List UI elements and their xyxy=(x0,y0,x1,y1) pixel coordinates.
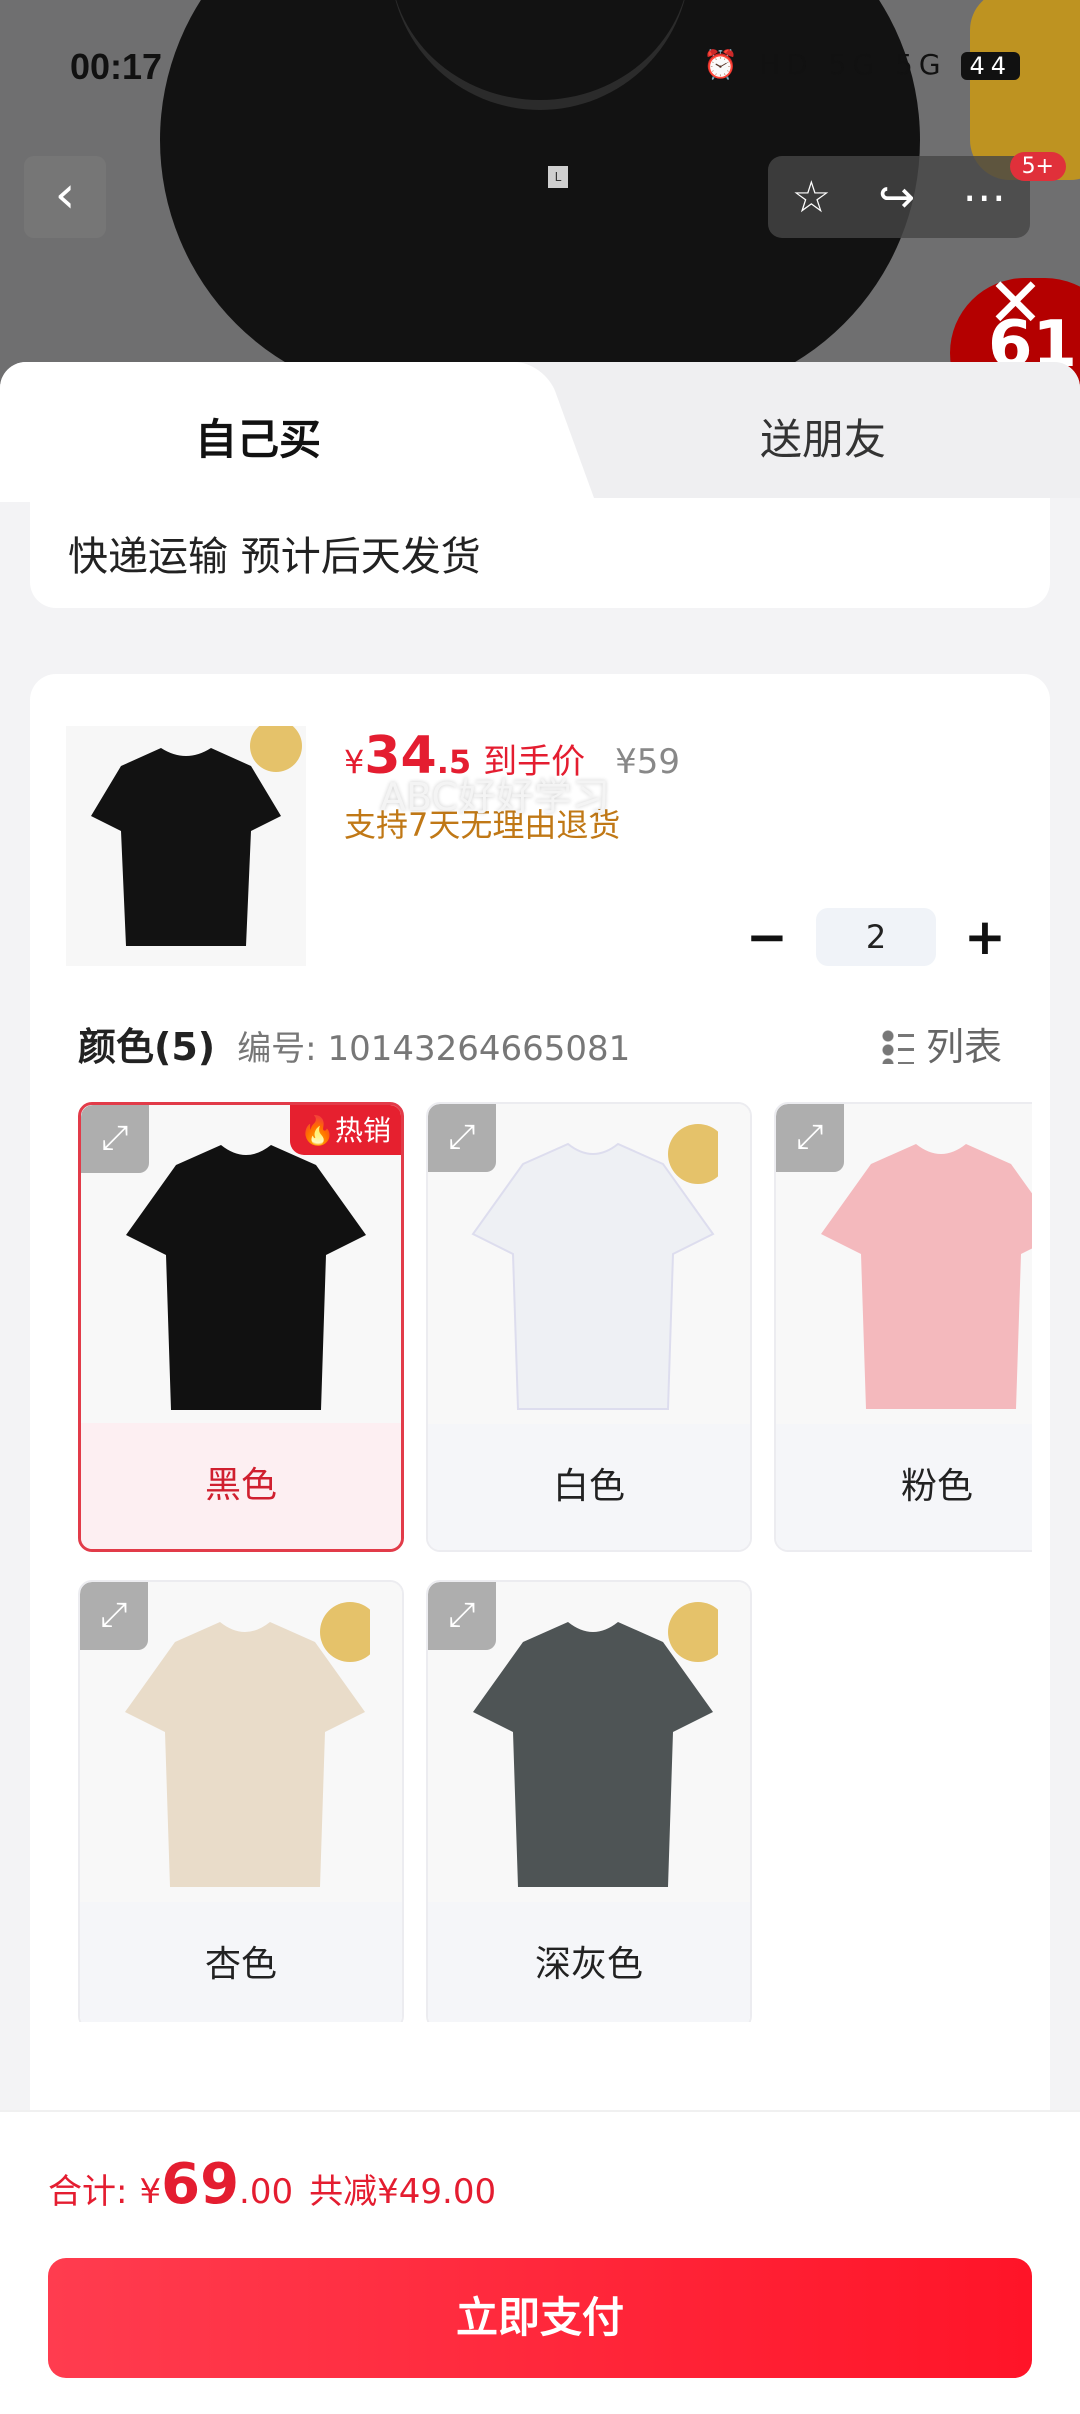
back-button[interactable]: ‹ xyxy=(24,156,106,238)
top-actions: ☆ ↪ ⋯ xyxy=(768,156,1030,238)
color-label: 黑色 xyxy=(81,1423,401,1549)
increase-quantity-button[interactable]: + xyxy=(960,912,1010,962)
list-toggle-label: 列表 xyxy=(925,1025,1002,1069)
total-currency: ¥ xyxy=(139,2172,162,2212)
original-price: ¥59 xyxy=(615,742,681,782)
purchase-tabs: 自己买 送朋友 xyxy=(0,362,1080,502)
more-icon[interactable]: ⋯ xyxy=(962,172,1006,223)
expand-icon[interactable]: ⤢ xyxy=(428,1582,496,1650)
status-icons-text: ⏰ HD 5G 5G xyxy=(703,48,947,81)
color-label: 粉色 xyxy=(776,1424,1032,1550)
hot-sale-badge: 🔥热销 xyxy=(290,1105,401,1155)
list-icon xyxy=(877,1028,914,1064)
color-option-black[interactable]: ⤢ 🔥热销 黑色 xyxy=(78,1102,404,1552)
expand-icon[interactable]: ⤢ xyxy=(776,1104,844,1172)
list-view-toggle[interactable]: 列表 xyxy=(877,1016,1002,1071)
color-option-apricot[interactable]: ⤢ 杏色 xyxy=(78,1580,404,2022)
status-icons: ⏰ HD 5G 5G 44 xyxy=(703,48,1020,81)
message-count-badge: 5+ xyxy=(1009,152,1066,181)
price-currency: ¥ xyxy=(344,743,365,781)
status-time: 00:17 xyxy=(70,46,163,87)
close-icon[interactable]: ✕ xyxy=(987,270,1044,338)
total-integer: 69 xyxy=(161,2152,240,2217)
tshirt-image xyxy=(821,1144,1032,1409)
expand-icon[interactable]: ⤢ xyxy=(428,1104,496,1172)
tshirt-image xyxy=(125,1602,370,1887)
color-options-grid: ⤢ 🔥热销 黑色 ⤢ 白色 ⤢ 粉色 ⤢ 杏色 ⤢ 深灰色 xyxy=(78,1102,1032,2022)
tshirt-image xyxy=(126,1145,366,1410)
product-thumbnail[interactable] xyxy=(66,726,306,966)
status-bar: 00:17 ⏰ HD 5G 5G 44 xyxy=(0,0,1080,140)
checkout-bar: 合计: ¥69.00 共减¥49.00 立即支付 xyxy=(0,2110,1080,2414)
tshirt-image xyxy=(471,1124,718,1410)
sku-number: 编号: 10143264665081 xyxy=(237,1029,631,1069)
favorite-star-icon[interactable]: ☆ xyxy=(792,172,831,223)
purchase-sheet: 自己买 送朋友 快递运输 预计后天发货 ¥34.5 到手价 ¥59 支持7天无理由退… xyxy=(0,362,1080,2412)
pay-now-button[interactable]: 立即支付 xyxy=(48,2258,1032,2378)
total-discount: 共减¥49.00 xyxy=(309,2172,497,2212)
battery-icon: 44 xyxy=(961,52,1020,80)
quantity-input[interactable]: 2 xyxy=(816,908,936,966)
total-decimal: .00 xyxy=(239,2172,294,2212)
color-label: 深灰色 xyxy=(428,1902,750,2022)
order-total: 合计: ¥69.00 共减¥49.00 xyxy=(48,2152,496,2217)
color-option-dark-gray[interactable]: ⤢ 深灰色 xyxy=(426,1580,752,2022)
color-section-title: 颜色(5) xyxy=(78,1025,216,1069)
shipping-info: 快递运输 预计后天发货 xyxy=(30,498,1050,608)
watermark-text: ABC好好学习 xyxy=(380,775,610,819)
tab-send-friend[interactable]: 送朋友 xyxy=(760,406,886,467)
tshirt-image xyxy=(473,1602,718,1887)
expand-icon[interactable]: ⤢ xyxy=(80,1582,148,1650)
color-header: 颜色(5) 编号: 10143264665081 xyxy=(78,1016,630,1071)
total-label: 合计: xyxy=(48,2172,128,2212)
decrease-quantity-button[interactable]: − xyxy=(742,912,792,962)
color-label: 白色 xyxy=(428,1424,750,1550)
color-option-pink[interactable]: ⤢ 粉色 xyxy=(774,1102,1032,1552)
chevron-left-icon: ‹ xyxy=(54,165,76,225)
black-tshirt-image xyxy=(66,726,306,966)
hot-sale-label: 热销 xyxy=(334,1114,391,1147)
color-option-white[interactable]: ⤢ 白色 xyxy=(426,1102,752,1552)
quantity-stepper: − 2 + xyxy=(742,906,1010,968)
background-size-tag: L xyxy=(548,166,568,188)
share-icon[interactable]: ↪ xyxy=(878,172,915,223)
expand-icon[interactable]: ⤢ xyxy=(81,1105,149,1173)
color-label: 杏色 xyxy=(80,1902,402,2022)
shipping-text: 快递运输 预计后天发货 xyxy=(68,534,481,580)
tab-buy-self[interactable]: 自己买 xyxy=(195,406,321,467)
